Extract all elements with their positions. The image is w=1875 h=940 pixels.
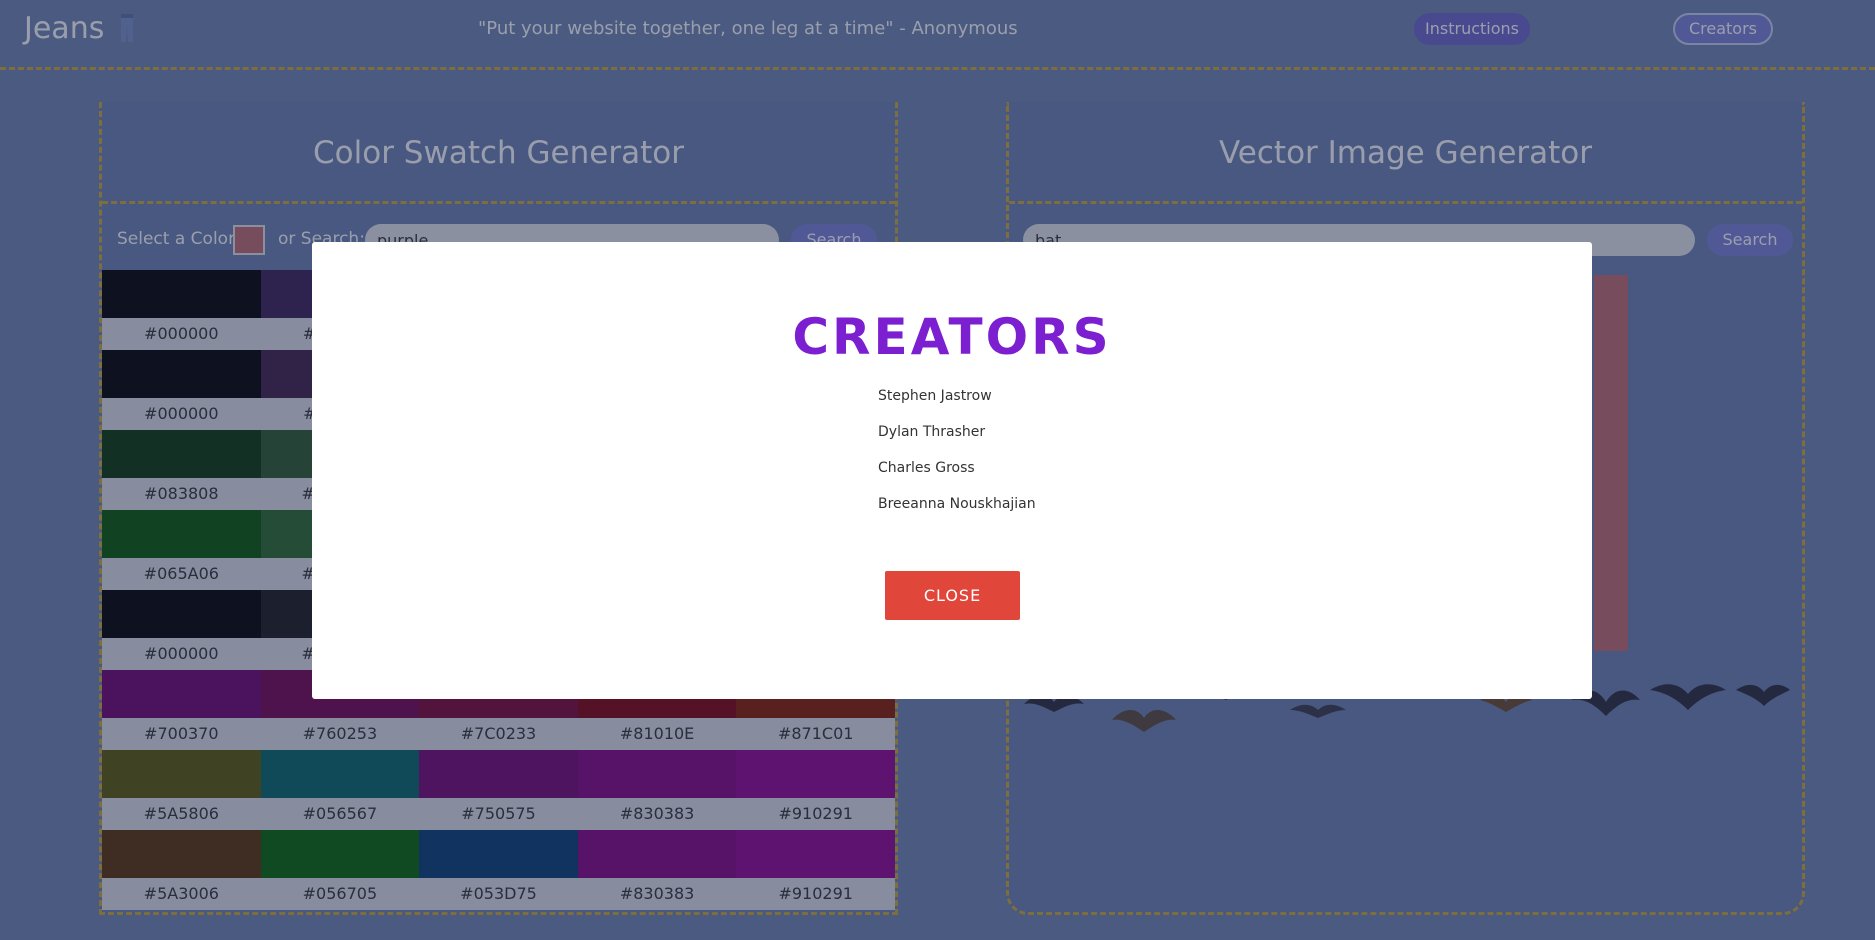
creator-name: Charles Gross (878, 460, 975, 476)
creator-list: Stephen Jastrow Dylan Thrasher Charles G… (878, 386, 1036, 530)
creator-name: Breeanna Nouskhajian (878, 496, 1036, 512)
creator-name: Stephen Jastrow (878, 388, 992, 404)
creators-modal: CREATORS Stephen Jastrow Dylan Thrasher … (312, 242, 1592, 699)
close-button[interactable]: CLOSE (885, 571, 1020, 620)
creator-name: Dylan Thrasher (878, 424, 986, 440)
modal-title: CREATORS (792, 308, 1112, 366)
